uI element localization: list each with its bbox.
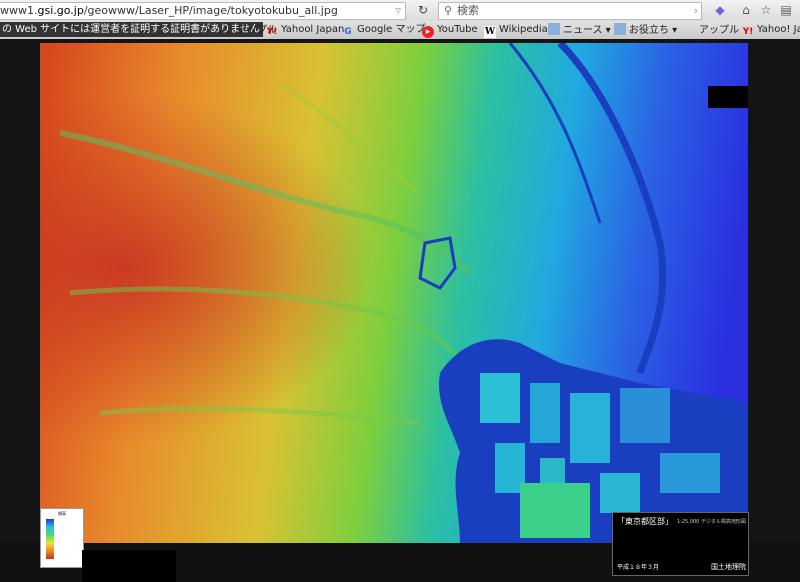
bookmark-yahoo-japan[interactable]: Y! Yahool Japan <box>266 23 345 37</box>
address-bar[interactable]: www1.gsi.go.jp/geowww/Laser_HP/image/tok… <box>0 2 406 20</box>
apple-icon <box>222 23 234 35</box>
bookmark-label: Yahoo! Japan <box>757 24 800 35</box>
bookmark-yahoo-japan-2[interactable]: Y!Yahoo! Japan <box>742 23 800 37</box>
dropdown-icon[interactable]: ▿ <box>395 3 401 19</box>
search-placeholder: 検索 <box>457 4 479 17</box>
elevation-legend: 標高 <box>40 508 84 568</box>
map-title: 「東京都区部」 <box>617 517 673 526</box>
wikipedia-icon: W <box>484 26 496 38</box>
reader-icon[interactable]: ▤ <box>778 2 794 18</box>
apple-icon <box>684 23 696 35</box>
legend-title: 標高 <box>58 511 66 516</box>
elevation-terrain <box>40 43 748 543</box>
map-corner-note <box>708 86 748 108</box>
bookmark-label: YouTube <box>437 24 478 35</box>
browser-toolbar: www1.gsi.go.jp/geowww/Laser_HP/image/tok… <box>0 0 800 21</box>
blank-panel <box>82 550 176 582</box>
google-icon: G <box>344 27 352 37</box>
bookmark-label: Yahool Japan <box>281 24 345 35</box>
bookmark-label: Wikipedia <box>499 24 548 35</box>
theme-icon[interactable]: ◆ <box>712 2 728 18</box>
search-go-icon[interactable]: › <box>694 3 698 19</box>
legend-color-bar <box>46 519 54 559</box>
home-icon[interactable]: ⌂ <box>738 2 754 18</box>
folder-icon <box>548 23 560 35</box>
bookmark-label: ニュース <box>563 25 603 36</box>
url-prefix: www1. <box>0 4 38 17</box>
elevation-map-image <box>40 43 748 543</box>
map-scale: 1:25,000 デジタル標高地形図 <box>677 519 746 525</box>
url-path: /geowww/Laser_HP/image/tokyotokubu_all.j… <box>83 4 338 17</box>
folder-icon <box>614 23 626 35</box>
map-title-panel: 「東京都区部」 1:25,000 デジタル標高地形図 平成１８年３月 国土地理院 <box>612 512 749 576</box>
url-host: gsi.go.jp <box>37 4 84 17</box>
bookmark-folder-news[interactable]: ニュース ▾ <box>548 23 611 37</box>
reload-icon[interactable]: ↻ <box>414 2 432 18</box>
bookmark-label: アップル <box>699 25 739 36</box>
bookmark-label: お役立ち <box>629 25 669 36</box>
yahoo-icon: Y! <box>742 27 754 37</box>
bookmark-apple-2[interactable]: アップル <box>684 23 739 37</box>
bookmark-label: Google マップ <box>357 24 426 35</box>
bookmark-google-maps[interactable]: G Google マップ <box>342 23 425 37</box>
bookmark-star-icon[interactable]: ☆ <box>758 2 774 18</box>
search-icon: ⚲ <box>443 4 453 17</box>
bookmark-wikipedia[interactable]: W Wikipedia <box>484 23 548 38</box>
map-organization: 国土地理院 <box>711 563 746 571</box>
image-viewport: 標高 「東京都区部」 1:25,000 デジタル標高地形図 平成１８年３月 国土… <box>0 39 800 582</box>
search-input[interactable]: ⚲ 検索 › <box>438 2 702 20</box>
yahoo-icon: Y! <box>266 27 278 37</box>
bookmark-folder-useful[interactable]: お役立ち ▾ <box>614 23 677 37</box>
youtube-icon: ▸ <box>422 26 434 38</box>
bookmarks-bar: の Web サイトには運営者を証明する証明書がありません アップル Y! Yaho… <box>0 21 800 40</box>
map-date: 平成１８年３月 <box>617 564 660 571</box>
bookmark-youtube[interactable]: ▸ YouTube <box>422 23 478 38</box>
